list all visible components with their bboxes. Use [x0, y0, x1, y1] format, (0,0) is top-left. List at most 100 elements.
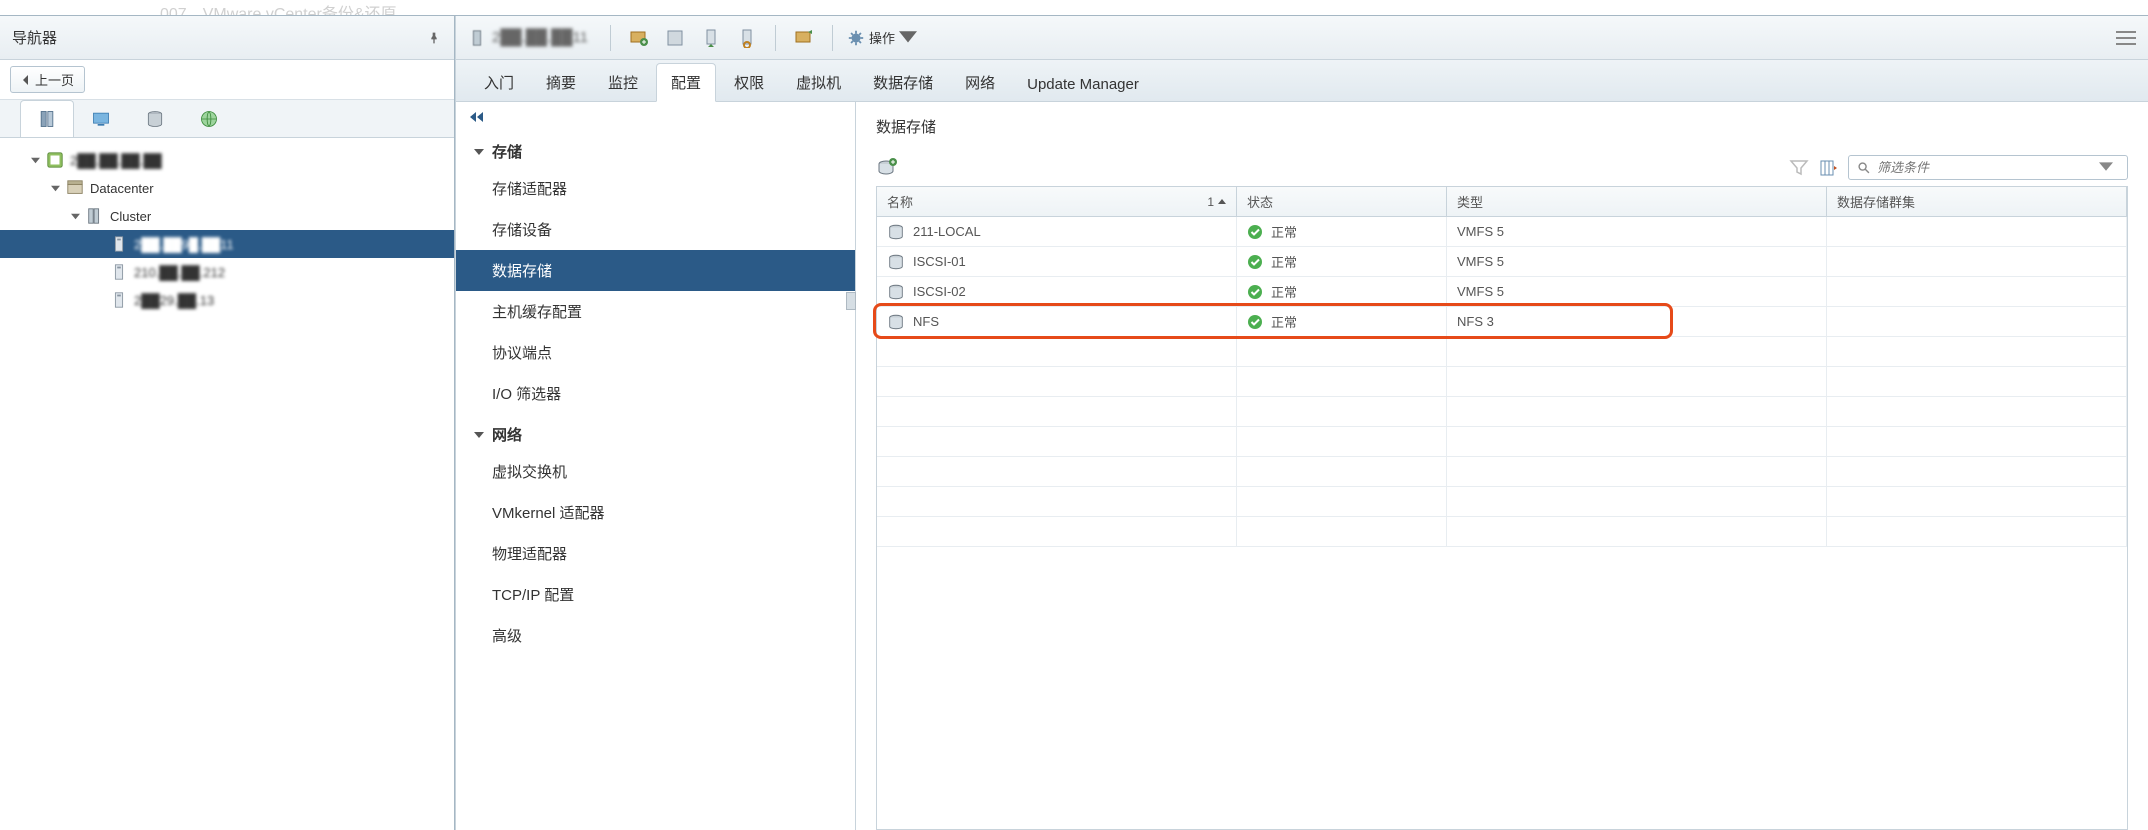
- col-cluster-label: 数据存储群集: [1837, 192, 1915, 211]
- back-button[interactable]: 上一页: [10, 66, 85, 93]
- config-item[interactable]: 协议端点: [456, 332, 855, 373]
- panel-menu-icon[interactable]: [2116, 31, 2136, 45]
- toolbar-btn-connect[interactable]: [697, 24, 725, 52]
- col-name-label: 名称: [887, 192, 913, 211]
- sidebar-resize-handle[interactable]: [846, 292, 856, 310]
- nav-tab-storage[interactable]: [128, 100, 182, 137]
- ds-name: 211-LOCAL: [913, 224, 981, 239]
- ds-name: ISCSI-02: [913, 284, 966, 299]
- toolbar-btn-deploy[interactable]: [661, 24, 689, 52]
- tree-node-cluster[interactable]: Cluster: [0, 202, 454, 230]
- toolbar-host-label: 2██.██.██11: [468, 29, 588, 47]
- chevron-down-icon[interactable]: [2099, 161, 2113, 175]
- status-ok-icon: [1247, 314, 1263, 330]
- col-header-cluster[interactable]: 数据存储群集: [1827, 187, 2127, 216]
- expand-toggle-icon[interactable]: [48, 184, 62, 193]
- main-tab-0[interactable]: 入门: [470, 64, 528, 101]
- ds-status: 正常: [1271, 282, 1297, 301]
- tree-node-host-1[interactable]: 210.██.██.212: [0, 258, 454, 286]
- column-settings-icon[interactable]: [1818, 157, 1840, 179]
- search-icon: [1857, 161, 1871, 175]
- col-header-status[interactable]: 状态: [1237, 187, 1447, 216]
- toolbar-btn-register[interactable]: [790, 24, 818, 52]
- config-item[interactable]: VMkernel 适配器: [456, 492, 855, 533]
- sidebar-collapse-icon[interactable]: [456, 102, 855, 133]
- main-tab-1[interactable]: 摘要: [532, 64, 590, 101]
- navigator-title: 导航器: [12, 27, 57, 48]
- table-row[interactable]: NFS正常NFS 3: [877, 307, 2127, 337]
- main-tab-6[interactable]: 数据存储: [859, 64, 947, 101]
- config-item[interactable]: 主机缓存配置: [456, 291, 855, 332]
- col-type-label: 类型: [1457, 192, 1483, 211]
- nav-tab-network[interactable]: [182, 100, 236, 137]
- ds-type: VMFS 5: [1457, 254, 1504, 269]
- toolbar-actions-menu[interactable]: 操作: [847, 28, 917, 47]
- table-row[interactable]: ISCSI-01正常VMFS 5: [877, 247, 2127, 277]
- inventory-tree: 2██.██.██.██ Datacenter Cluster 2██.██9█…: [0, 138, 454, 830]
- config-item[interactable]: 数据存储: [456, 250, 855, 291]
- add-datastore-button[interactable]: [876, 157, 898, 179]
- col-header-type[interactable]: 类型: [1447, 187, 1827, 216]
- config-item[interactable]: 虚拟交换机: [456, 451, 855, 492]
- tree-node-vcenter[interactable]: 2██.██.██.██: [0, 146, 454, 174]
- chevron-down-icon: [899, 29, 917, 47]
- ds-status: 正常: [1271, 312, 1297, 331]
- back-label: 上一页: [35, 70, 74, 89]
- table-row[interactable]: ISCSI-02正常VMFS 5: [877, 277, 2127, 307]
- config-group-header[interactable]: 存储: [456, 135, 855, 168]
- host-label: 2██29.██.13: [134, 293, 214, 308]
- config-item[interactable]: TCP/IP 配置: [456, 574, 855, 615]
- main-tab-5[interactable]: 虚拟机: [782, 64, 855, 101]
- config-item[interactable]: 物理适配器: [456, 533, 855, 574]
- config-group-header[interactable]: 网络: [456, 418, 855, 451]
- pin-icon[interactable]: [426, 30, 442, 46]
- datastore-icon: [887, 313, 905, 331]
- cluster-label: Cluster: [110, 209, 151, 224]
- navigator-header: 导航器: [0, 16, 454, 60]
- status-ok-icon: [1247, 284, 1263, 300]
- vcenter-icon: [46, 151, 64, 169]
- cluster-icon: [86, 207, 104, 225]
- filter-clear-icon[interactable]: [1788, 157, 1810, 179]
- vcenter-label: 2██.██.██.██: [70, 153, 162, 168]
- expand-toggle-icon[interactable]: [28, 156, 42, 165]
- datacenter-icon: [66, 179, 84, 197]
- host-icon: [468, 29, 486, 47]
- gear-icon: [847, 29, 865, 47]
- status-ok-icon: [1247, 254, 1263, 270]
- host-label: 210.██.██.212: [134, 265, 225, 280]
- datastore-icon: [887, 223, 905, 241]
- datacenter-label: Datacenter: [90, 181, 154, 196]
- table-header: 名称 1 状态 类型 数据存储群集: [877, 187, 2127, 217]
- config-sidebar: 存储存储适配器存储设备数据存储主机缓存配置协议端点I/O 筛选器网络虚拟交换机V…: [456, 102, 856, 830]
- expand-toggle-icon[interactable]: [68, 212, 82, 221]
- main-tab-8[interactable]: Update Manager: [1013, 68, 1153, 101]
- nav-tab-vms[interactable]: [74, 100, 128, 137]
- filter-box[interactable]: [1848, 155, 2128, 180]
- main-tabs: 入门摘要监控配置权限虚拟机数据存储网络Update Manager: [456, 60, 2148, 102]
- nav-tab-hosts[interactable]: [20, 100, 74, 137]
- tree-node-datacenter[interactable]: Datacenter: [0, 174, 454, 202]
- main-tab-2[interactable]: 监控: [594, 64, 652, 101]
- config-item[interactable]: 高级: [456, 615, 855, 656]
- datastore-icon: [887, 253, 905, 271]
- main-tab-7[interactable]: 网络: [951, 64, 1009, 101]
- tree-node-host-2[interactable]: 2██29.██.13: [0, 286, 454, 314]
- config-item[interactable]: 存储设备: [456, 209, 855, 250]
- toolbar-btn-reboot[interactable]: [733, 24, 761, 52]
- ds-type: NFS 3: [1457, 314, 1494, 329]
- toolbar-btn-new-vm[interactable]: [625, 24, 653, 52]
- toolbar-separator: [610, 25, 611, 51]
- config-item[interactable]: I/O 筛选器: [456, 373, 855, 414]
- col-status-label: 状态: [1247, 192, 1273, 211]
- toolbar-host-text: 2██.██.██11: [492, 29, 588, 46]
- main-tab-4[interactable]: 权限: [720, 64, 778, 101]
- table-row[interactable]: 211-LOCAL正常VMFS 5: [877, 217, 2127, 247]
- config-item[interactable]: 存储适配器: [456, 168, 855, 209]
- filter-input[interactable]: [1877, 160, 2093, 175]
- host-label: 2██.██9█.██11: [134, 237, 234, 252]
- tree-node-host-0[interactable]: 2██.██9█.██11: [0, 230, 454, 258]
- col-header-name[interactable]: 名称 1: [877, 187, 1237, 216]
- main-tab-3[interactable]: 配置: [656, 63, 716, 102]
- toolbar-separator: [832, 25, 833, 51]
